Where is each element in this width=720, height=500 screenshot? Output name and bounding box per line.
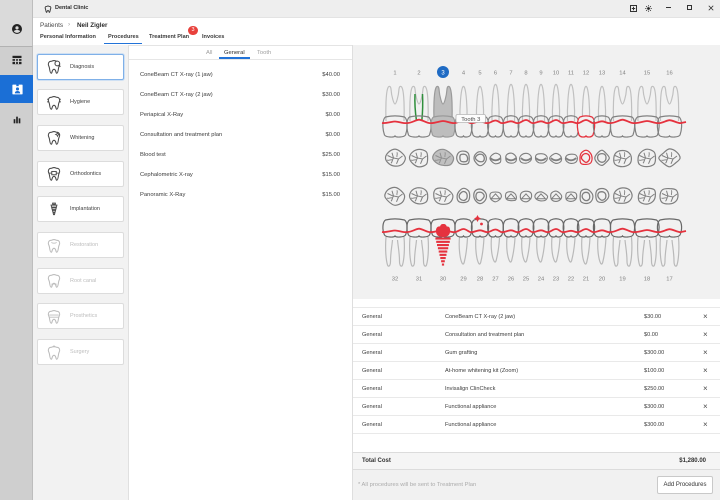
svg-text:8: 8	[524, 71, 527, 77]
svg-text:19: 19	[619, 277, 625, 283]
svg-text:23: 23	[553, 277, 559, 283]
svg-text:6: 6	[494, 71, 497, 77]
svg-text:9: 9	[539, 71, 542, 77]
svg-text:18: 18	[644, 277, 650, 283]
svg-text:28: 28	[477, 277, 483, 283]
svg-text:17: 17	[666, 277, 672, 283]
svg-text:13: 13	[599, 71, 605, 77]
svg-text:21: 21	[583, 277, 589, 283]
svg-text:24: 24	[538, 277, 545, 283]
svg-text:15: 15	[644, 71, 650, 77]
svg-text:32: 32	[392, 277, 398, 283]
svg-text:20: 20	[599, 277, 605, 283]
svg-text:12: 12	[583, 71, 589, 77]
svg-text:1: 1	[393, 71, 396, 77]
svg-text:25: 25	[523, 277, 529, 283]
svg-text:Tooth 3: Tooth 3	[461, 117, 480, 123]
svg-text:27: 27	[492, 277, 498, 283]
svg-text:7: 7	[509, 71, 512, 77]
svg-text:2: 2	[417, 71, 420, 77]
svg-text:26: 26	[508, 277, 514, 283]
svg-text:29: 29	[460, 277, 466, 283]
svg-text:4: 4	[462, 71, 466, 77]
svg-text:11: 11	[568, 71, 574, 77]
svg-text:14: 14	[619, 71, 626, 77]
svg-text:5: 5	[478, 71, 481, 77]
svg-text:31: 31	[416, 277, 422, 283]
svg-text:22: 22	[568, 277, 574, 283]
svg-text:10: 10	[553, 71, 559, 77]
svg-text:16: 16	[666, 71, 672, 77]
svg-text:30: 30	[440, 277, 446, 283]
